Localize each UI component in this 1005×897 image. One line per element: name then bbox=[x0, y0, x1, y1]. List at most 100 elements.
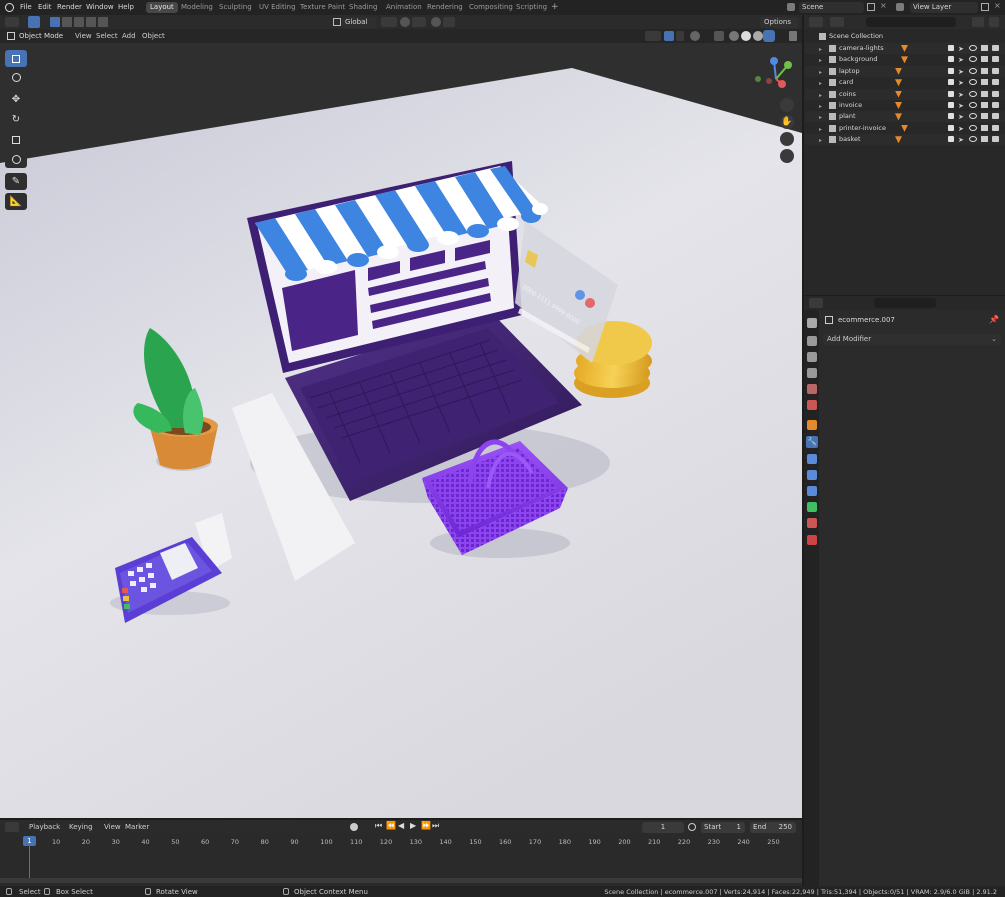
exclude-checkbox[interactable] bbox=[948, 136, 954, 143]
outliner-item-coins[interactable]: ▸ coins ➤ bbox=[805, 88, 1005, 101]
scene-icon[interactable] bbox=[787, 3, 795, 11]
menu-render[interactable]: Render bbox=[57, 3, 82, 11]
menu-timeline-view[interactable]: View bbox=[104, 823, 121, 831]
select-arrow-icon[interactable]: ➤ bbox=[958, 112, 964, 123]
solid-shading-icon[interactable] bbox=[741, 31, 751, 41]
select-box-tool-icon[interactable] bbox=[5, 50, 27, 67]
eye-icon[interactable] bbox=[969, 45, 977, 51]
visibility-icon[interactable] bbox=[645, 31, 661, 41]
gizmo-dropdown-icon[interactable] bbox=[676, 31, 684, 41]
outliner-search-input[interactable] bbox=[866, 17, 956, 27]
menu-file[interactable]: File bbox=[20, 3, 32, 11]
select-arrow-icon[interactable]: ➤ bbox=[958, 44, 964, 55]
render-tab-icon[interactable] bbox=[807, 336, 817, 346]
tab-shading[interactable]: Shading bbox=[345, 2, 381, 13]
monitor-icon[interactable] bbox=[981, 136, 988, 143]
scene-tab-icon[interactable] bbox=[807, 384, 817, 394]
output-tab-icon[interactable] bbox=[807, 352, 817, 362]
cursor-tool-icon[interactable] bbox=[5, 69, 27, 86]
outliner-item-laptop[interactable]: ▸ laptop ➤ bbox=[805, 65, 1005, 77]
display-mode-icon[interactable] bbox=[830, 17, 844, 27]
navigation-gizmo[interactable] bbox=[752, 55, 800, 103]
eye-icon[interactable] bbox=[969, 67, 977, 74]
tab-rendering[interactable]: Rendering bbox=[423, 2, 467, 13]
pin-icon[interactable]: 📌 bbox=[989, 315, 999, 324]
outliner-item-camera-lights[interactable]: ▸ camera-lights ➤ bbox=[805, 43, 1005, 54]
object-tab-icon[interactable] bbox=[807, 420, 817, 430]
transform-orientation-dropdown[interactable]: Global bbox=[342, 17, 376, 28]
particles-tab-icon[interactable] bbox=[807, 454, 817, 464]
eye-icon[interactable] bbox=[969, 124, 977, 131]
select-arrow-icon[interactable]: ➤ bbox=[958, 90, 964, 101]
outliner-scene-collection[interactable]: Scene Collection bbox=[805, 31, 1005, 42]
menu-add[interactable]: Add bbox=[122, 32, 136, 40]
camera-view-icon[interactable] bbox=[780, 132, 794, 146]
eye-icon[interactable] bbox=[969, 79, 977, 86]
tab-uv-editing[interactable]: UV Editing bbox=[255, 2, 300, 13]
snap-target-icon[interactable] bbox=[412, 17, 426, 27]
axis-gizmo-icon[interactable] bbox=[752, 55, 800, 103]
playhead-frame-marker[interactable]: 1 bbox=[23, 836, 36, 846]
select-mode-icon[interactable] bbox=[28, 16, 40, 28]
menu-object[interactable]: Object bbox=[142, 32, 165, 40]
monitor-icon[interactable] bbox=[981, 102, 988, 108]
outliner-item-background[interactable]: ▸ background ➤ bbox=[805, 54, 1005, 65]
next-keyframe-icon[interactable]: ⏩ bbox=[421, 821, 431, 830]
menu-marker[interactable]: Marker bbox=[125, 823, 149, 831]
select-new-icon[interactable] bbox=[50, 17, 60, 27]
eye-icon[interactable] bbox=[969, 113, 977, 120]
wireframe-shading-icon[interactable] bbox=[729, 31, 739, 41]
proportional-edit-icon[interactable] bbox=[431, 17, 441, 27]
expand-arrow-icon[interactable]: ▸ bbox=[819, 90, 822, 101]
options-dropdown[interactable]: Options bbox=[760, 17, 798, 28]
stopwatch-icon[interactable] bbox=[688, 823, 696, 831]
outliner-item-card[interactable]: ▸ card ➤ bbox=[805, 77, 1005, 88]
select-arrow-icon[interactable]: ➤ bbox=[958, 135, 964, 146]
outliner-item-basket[interactable]: ▸ basket ➤ bbox=[805, 134, 1005, 146]
move-tool-icon[interactable]: ✥ bbox=[5, 91, 27, 108]
tab-layout[interactable]: Layout bbox=[146, 2, 178, 13]
world-tab-icon[interactable] bbox=[807, 400, 817, 410]
menu-window[interactable]: Window bbox=[86, 3, 114, 11]
timeline-scrollbar[interactable] bbox=[0, 878, 802, 883]
snap-icon[interactable] bbox=[400, 17, 410, 27]
scene-name-field[interactable]: Scene bbox=[799, 2, 864, 13]
sidebar-toggle-icon[interactable] bbox=[789, 31, 797, 41]
view-layer-icon[interactable] bbox=[896, 3, 904, 11]
rotate-tool-icon[interactable]: ↻ bbox=[5, 111, 27, 128]
expand-arrow-icon[interactable]: ▸ bbox=[819, 44, 822, 55]
outliner-editor-type-icon[interactable] bbox=[809, 17, 823, 27]
exclude-checkbox[interactable] bbox=[948, 113, 954, 120]
camera-render-icon[interactable] bbox=[992, 67, 999, 74]
exclude-checkbox[interactable] bbox=[948, 124, 954, 131]
measure-tool-icon[interactable]: 📐 bbox=[5, 193, 27, 210]
exclude-checkbox[interactable] bbox=[948, 79, 954, 86]
tab-texture-paint[interactable]: Texture Paint bbox=[296, 2, 349, 13]
tab-animation[interactable]: Animation bbox=[382, 2, 426, 13]
exclude-checkbox[interactable] bbox=[948, 45, 954, 51]
delete-scene-icon[interactable]: × bbox=[880, 1, 887, 10]
eye-icon[interactable] bbox=[969, 56, 977, 63]
eye-icon[interactable] bbox=[969, 90, 977, 97]
properties-search-input[interactable] bbox=[874, 298, 936, 308]
select-invert-icon[interactable] bbox=[86, 17, 96, 27]
camera-render-icon[interactable] bbox=[992, 56, 999, 63]
new-view-layer-icon[interactable] bbox=[981, 3, 989, 11]
expand-arrow-icon[interactable]: ▸ bbox=[819, 112, 822, 123]
select-arrow-icon[interactable]: ➤ bbox=[958, 78, 964, 89]
data-tab-icon[interactable] bbox=[807, 502, 817, 512]
rendered-shading-icon[interactable] bbox=[763, 30, 775, 42]
menu-keying[interactable]: Keying bbox=[69, 823, 93, 831]
prev-keyframe-icon[interactable]: ⏪ bbox=[386, 821, 396, 830]
monitor-icon[interactable] bbox=[981, 45, 988, 51]
select-arrow-icon[interactable]: ➤ bbox=[958, 101, 964, 112]
camera-render-icon[interactable] bbox=[992, 102, 999, 108]
camera-render-icon[interactable] bbox=[992, 124, 999, 131]
eye-icon[interactable] bbox=[969, 136, 977, 143]
select-subtract-icon[interactable] bbox=[74, 17, 84, 27]
camera-render-icon[interactable] bbox=[992, 45, 999, 51]
physics-tab-icon[interactable] bbox=[807, 470, 817, 480]
jump-start-icon[interactable]: ⏮ bbox=[375, 821, 382, 831]
material-tab-icon[interactable] bbox=[807, 518, 817, 528]
mode-dropdown[interactable]: Object Mode bbox=[19, 32, 63, 40]
